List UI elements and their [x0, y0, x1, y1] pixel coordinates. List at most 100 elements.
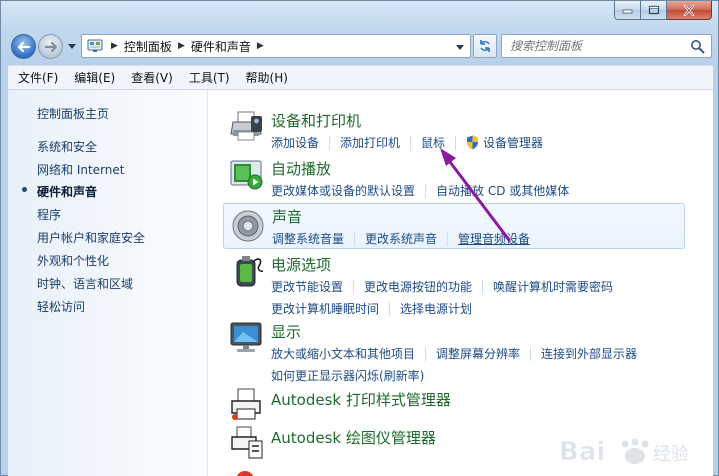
print-style-icon — [231, 388, 261, 420]
monitor-icon — [230, 322, 262, 352]
category-autoplay: 自动播放 更改媒体或设备的默认设置 自动播放 CD 或其他媒体 — [223, 156, 685, 200]
sidebar-item-user-accounts[interactable]: 用户帐户和家庭安全 — [37, 229, 145, 246]
category-title[interactable]: 设备和打印机 — [271, 110, 361, 131]
category-title[interactable]: 电源选项 — [271, 254, 331, 275]
divider — [410, 135, 412, 150]
task-change-sleep-time[interactable]: 更改计算机睡眠时间 — [271, 300, 379, 317]
control-panel-icon — [85, 35, 105, 57]
sidebar-item-clock-region[interactable]: 时钟、语言和区域 — [37, 275, 133, 292]
divider — [389, 301, 391, 316]
breadcrumb-hardware-sound[interactable]: 硬件和声音 — [191, 38, 251, 55]
forward-button[interactable] — [38, 34, 63, 59]
autoplay-icon — [230, 160, 263, 190]
partial-icon — [236, 471, 254, 476]
task-links: 添加设备 添加打印机 鼠标 设备管理器 — [271, 134, 543, 151]
category-title[interactable]: 显示 — [271, 321, 301, 342]
sidebar-item-system-security[interactable]: 系统和安全 — [37, 138, 97, 155]
divider — [482, 279, 484, 294]
task-autoplay-cd[interactable]: 自动播放 CD 或其他媒体 — [436, 182, 569, 199]
minimize-icon — [622, 9, 632, 14]
task-manage-audio-devices[interactable]: 管理音频设备 — [458, 230, 530, 247]
sidebar-item-hardware-sound[interactable]: 硬件和声音 — [37, 183, 97, 200]
divider — [447, 231, 449, 246]
task-links-row2: 如何更正显示器闪烁(刷新率) — [271, 367, 424, 384]
task-choose-power-plan[interactable]: 选择电源计划 — [400, 300, 472, 317]
minimize-button[interactable] — [614, 1, 641, 20]
divider — [425, 346, 427, 361]
menu-bar: 文件(F) 编辑(E) 查看(V) 工具(T) 帮助(H) — [8, 65, 713, 89]
navigation-pane: 控制面板主页 系统和安全 网络和 Internet 硬件和声音 程序 用户帐户和… — [8, 90, 208, 476]
task-require-password-on-wake[interactable]: 唤醒计算机时需要密码 — [493, 278, 613, 295]
task-mouse[interactable]: 鼠标 — [421, 134, 445, 151]
sidebar-item-network[interactable]: 网络和 Internet — [37, 161, 124, 178]
refresh-button[interactable] — [473, 34, 497, 58]
task-fix-flicker[interactable]: 如何更正显示器闪烁(刷新率) — [271, 367, 424, 384]
battery-icon — [236, 256, 264, 287]
category-pane: 设备和打印机 添加设备 添加打印机 鼠标 设备管理器 自动播放 更改媒体或设备的… — [209, 90, 713, 476]
menu-help[interactable]: 帮助(H) — [240, 67, 294, 88]
plotter-icon — [231, 426, 263, 459]
refresh-icon — [480, 40, 490, 52]
task-links: 更改媒体或设备的默认设置 自动播放 CD 或其他媒体 — [271, 182, 569, 199]
maximize-button[interactable] — [641, 1, 667, 20]
sidebar-item-appearance[interactable]: 外观和个性化 — [37, 252, 109, 269]
category-sound[interactable]: 声音 调整系统音量 更改系统声音 管理音频设备 — [223, 203, 685, 249]
category-title[interactable]: 声音 — [272, 206, 302, 227]
chevron-down-icon — [68, 43, 76, 49]
menu-edit[interactable]: 编辑(E) — [68, 67, 121, 88]
task-change-sounds[interactable]: 更改系统声音 — [365, 230, 437, 247]
sidebar-item-ease-of-access[interactable]: 轻松访问 — [37, 298, 85, 315]
task-connect-external-display[interactable]: 连接到外部显示器 — [541, 345, 637, 362]
menu-tools[interactable]: 工具(T) — [183, 67, 236, 88]
task-zoom-text[interactable]: 放大或缩小文本和其他项目 — [271, 345, 415, 362]
task-links: 放大或缩小文本和其他项目 调整屏幕分辨率 连接到外部显示器 — [271, 345, 637, 362]
task-change-power-saving[interactable]: 更改节能设置 — [271, 278, 343, 295]
address-dropdown-button[interactable] — [455, 42, 465, 52]
task-adjust-resolution[interactable]: 调整屏幕分辨率 — [436, 345, 520, 362]
search-box[interactable] — [501, 34, 712, 58]
task-links: 更改节能设置 更改电源按钮的功能 唤醒计算机时需要密码 — [271, 278, 613, 295]
divider — [329, 135, 331, 150]
divider — [353, 279, 355, 294]
back-button[interactable] — [11, 34, 36, 59]
task-links: 调整系统音量 更改系统声音 管理音频设备 — [272, 230, 530, 247]
content-area: 控制面板主页 系统和安全 网络和 Internet 硬件和声音 程序 用户帐户和… — [8, 89, 713, 476]
speaker-icon — [232, 210, 264, 242]
breadcrumb-separator-icon: ▶ — [111, 41, 118, 51]
category-devices-printers: 设备和打印机 添加设备 添加打印机 鼠标 设备管理器 — [223, 108, 685, 152]
menu-file[interactable]: 文件(F) — [12, 67, 64, 88]
menu-view[interactable]: 查看(V) — [125, 67, 179, 88]
close-button[interactable] — [667, 1, 712, 20]
caption-buttons — [614, 1, 712, 20]
category-display: 显示 放大或缩小文本和其他项目 调整屏幕分辨率 连接到外部显示器 如何更正显示器… — [223, 319, 685, 384]
task-links-row2: 更改计算机睡眠时间 选择电源计划 — [271, 300, 472, 317]
sidebar-item-programs[interactable]: 程序 — [37, 206, 61, 223]
task-device-manager[interactable]: 设备管理器 — [466, 134, 543, 151]
task-change-media-defaults[interactable]: 更改媒体或设备的默认设置 — [271, 182, 415, 199]
close-icon — [683, 4, 695, 16]
category-autodesk-plotter: Autodesk 绘图仪管理器 — [223, 425, 685, 465]
back-arrow-icon — [17, 41, 30, 52]
recent-pages-dropdown[interactable] — [67, 40, 77, 52]
control-panel-home-link[interactable]: 控制面板主页 — [37, 105, 109, 122]
active-bullet-icon — [22, 187, 27, 192]
search-input[interactable] — [510, 39, 710, 53]
divider — [354, 231, 356, 246]
address-bar[interactable]: ▶ 控制面板 ▶ 硬件和声音 ▶ — [81, 34, 471, 58]
search-icon[interactable] — [690, 39, 705, 54]
category-title[interactable]: Autodesk 绘图仪管理器 — [271, 427, 436, 448]
uac-shield-icon — [467, 135, 479, 150]
category-autodesk-plot-style: Autodesk 打印样式管理器 — [223, 387, 685, 427]
breadcrumb-control-panel[interactable]: 控制面板 — [124, 38, 172, 55]
forward-arrow-icon — [44, 41, 57, 52]
category-title[interactable]: 自动播放 — [271, 158, 331, 179]
next-category-partial — [229, 466, 269, 476]
task-adjust-volume[interactable]: 调整系统音量 — [272, 230, 344, 247]
printer-icon — [230, 111, 262, 141]
control-panel-window: ▶ 控制面板 ▶ 硬件和声音 ▶ 文件(F) 编辑(E) 查看(V) 工具(T)… — [0, 0, 719, 476]
task-power-button-function[interactable]: 更改电源按钮的功能 — [364, 278, 472, 295]
task-add-printer[interactable]: 添加打印机 — [340, 134, 400, 151]
category-title[interactable]: Autodesk 打印样式管理器 — [271, 389, 451, 410]
task-add-device[interactable]: 添加设备 — [271, 134, 319, 151]
divider — [530, 346, 532, 361]
